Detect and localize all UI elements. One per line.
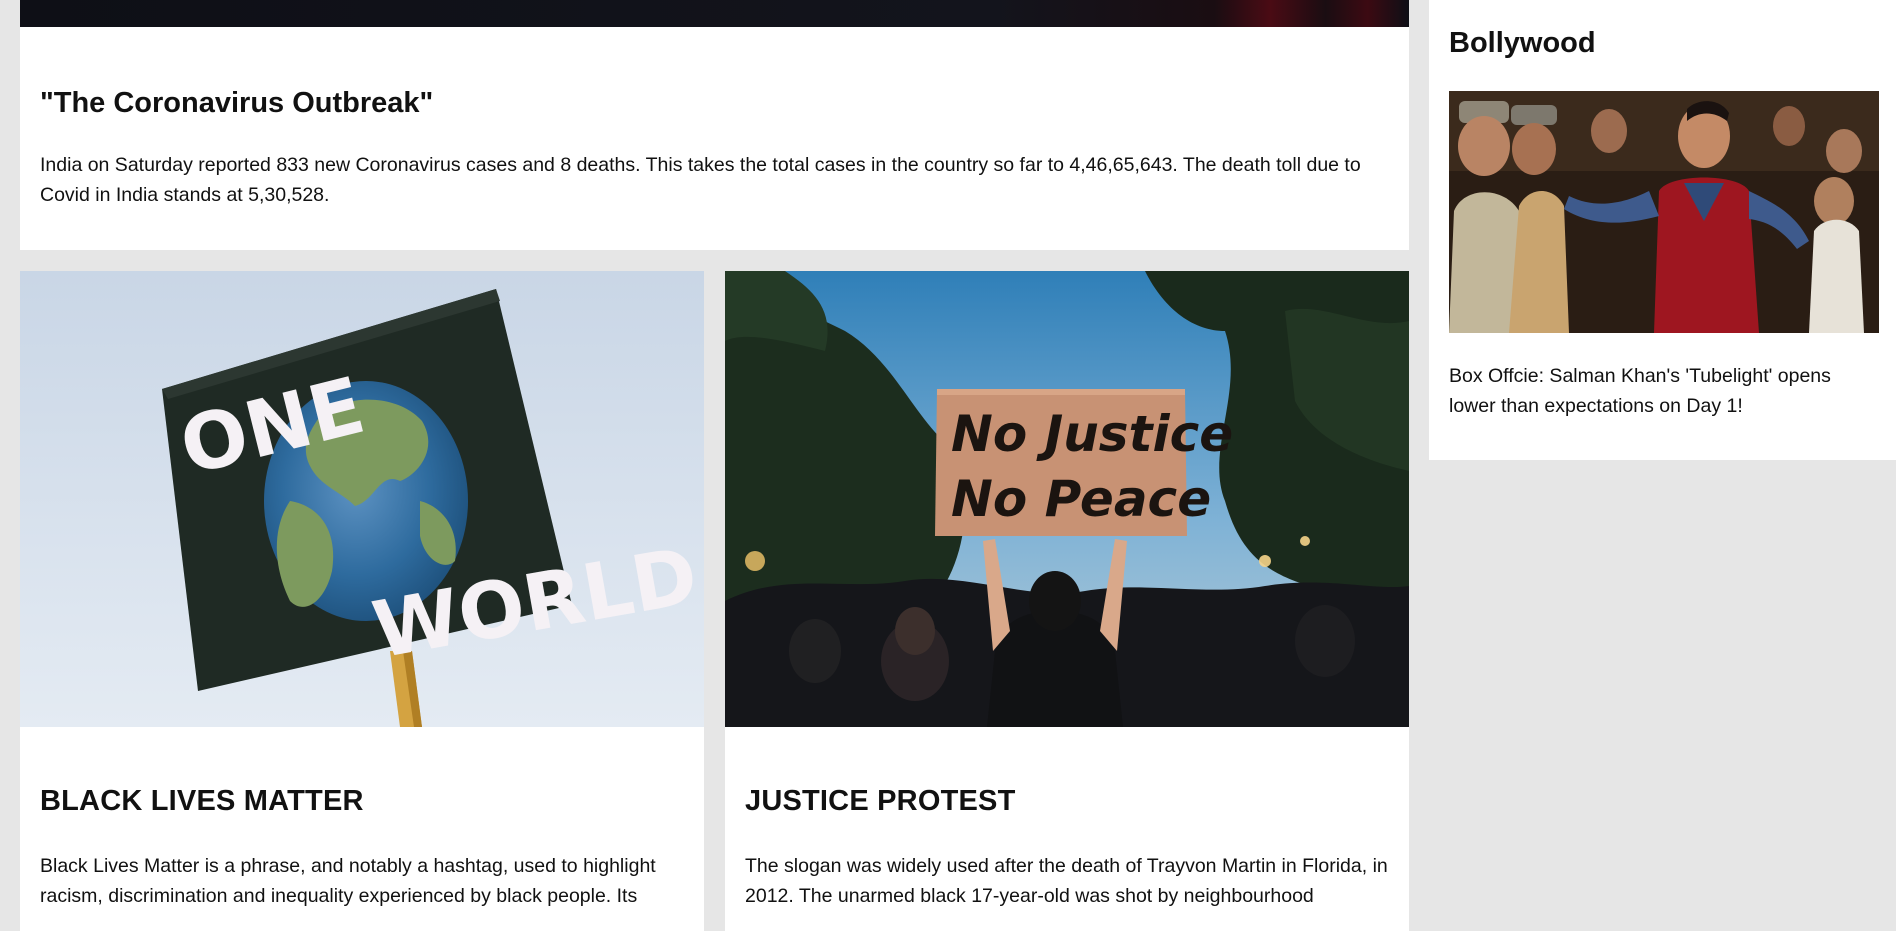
sidebar-card-bollywood: Bollywood Box Offcie: Salman Khan's 'Tub… <box>1429 0 1896 460</box>
sidebar-image <box>1449 91 1879 333</box>
article-image-one-world: ONE WORLD <box>20 271 704 727</box>
article-card-black-lives-matter: ONE WORLD BLACK LIVES MATTER Black Lives… <box>20 271 704 931</box>
featured-article-card: "The Coronavirus Outbreak" India on Satu… <box>20 0 1409 250</box>
bollywood-dance-scene-icon <box>1449 91 1879 333</box>
sidebar-title: Bollywood <box>1449 27 1596 59</box>
article-title: BLACK LIVES MATTER <box>40 785 364 817</box>
article-card-justice-protest: No Justice No Peace JUSTICE PROTEST The … <box>725 271 1409 931</box>
featured-article-image <box>20 0 1409 27</box>
protest-crowd-icon: No Justice No Peace <box>725 271 1409 727</box>
featured-article-title: "The Coronavirus Outbreak" <box>40 87 434 119</box>
article-title: JUSTICE PROTEST <box>745 785 1016 817</box>
article-image-protest: No Justice No Peace <box>725 271 1409 727</box>
sign-text-no-peace: No Peace <box>951 470 1211 528</box>
article-body: The slogan was widely used after the dea… <box>745 855 1388 907</box>
featured-article-body: India on Saturday reported 833 new Coron… <box>40 154 1361 206</box>
sign-text-no-justice: No Justice <box>951 405 1233 463</box>
sidebar-body: Box Offcie: Salman Khan's 'Tubelight' op… <box>1449 365 1831 417</box>
article-body: Black Lives Matter is a phrase, and nota… <box>40 855 656 907</box>
placard-one-world-icon: ONE WORLD <box>20 271 704 727</box>
